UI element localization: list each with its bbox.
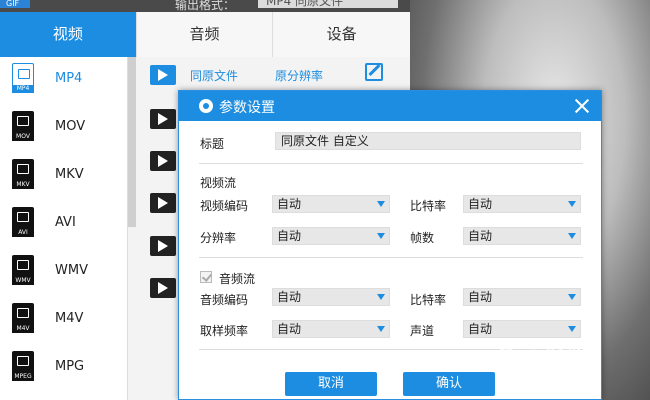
audio-codec-label: 音频编码	[200, 293, 249, 307]
title-input[interactable]: 同原文件 自定义	[275, 132, 581, 150]
background-corner-tab: GIF	[0, 0, 30, 8]
audio-bitrate-label: 比特率	[410, 293, 447, 307]
video-preset-icon	[150, 109, 176, 129]
watermark-url: jingyan.baidu.com	[498, 368, 582, 378]
video-preset-icon	[150, 278, 176, 298]
channel-select[interactable]: 自动	[463, 320, 581, 338]
audio-section-label: 音频流	[219, 272, 256, 286]
title-label: 标题	[200, 137, 225, 151]
dropdown-arrow-icon	[568, 326, 576, 332]
format-name: MPG	[55, 359, 85, 374]
video-bitrate-value: 自动	[468, 197, 493, 211]
audio-stream-checkbox[interactable]	[200, 271, 212, 283]
channel-value: 自动	[468, 322, 493, 336]
gear-icon	[199, 99, 213, 113]
video-bitrate-label: 比特率	[410, 199, 447, 213]
format-list: MP4 MP4 MOV MOV MKV MKV AVI AVI WMV WMV …	[0, 57, 128, 400]
dialog-header: 参数设置	[179, 91, 601, 121]
video-bitrate-select[interactable]: 自动	[463, 195, 581, 213]
format-item-m4v[interactable]: M4V M4V	[0, 297, 127, 345]
video-section-label: 视频流	[200, 176, 237, 190]
format-item-mkv[interactable]: MKV MKV	[0, 153, 127, 201]
preset-row[interactable]: 同原文件 原分辨率	[150, 61, 400, 89]
samplerate-value: 自动	[277, 322, 302, 336]
audio-codec-select[interactable]: 自动	[272, 288, 390, 306]
tab-video[interactable]: 视频	[0, 12, 137, 57]
audio-codec-value: 自动	[277, 290, 302, 304]
watermark-text: Bai 经验	[498, 344, 589, 369]
preset-resolution: 原分辨率	[275, 69, 324, 83]
tab-audio[interactable]: 音频	[136, 12, 274, 57]
format-name: M4V	[55, 311, 84, 326]
format-tabs: 视频 音频 设备	[0, 12, 411, 57]
dropdown-arrow-icon	[377, 233, 385, 239]
video-preset-icon	[150, 151, 176, 171]
edit-icon[interactable]	[365, 63, 383, 81]
watermark: Bai 经验 jingyan.baidu.com	[498, 338, 648, 388]
format-item-mp4[interactable]: MP4 MP4	[0, 57, 127, 105]
divider	[199, 163, 583, 164]
samplerate-label: 取样频率	[200, 324, 249, 338]
audio-bitrate-value: 自动	[468, 290, 493, 304]
format-name: WMV	[55, 263, 88, 278]
format-item-mov[interactable]: MOV MOV	[0, 105, 127, 153]
format-item-mpg[interactable]: MPEG MPG	[0, 345, 127, 393]
audio-bitrate-select[interactable]: 自动	[463, 288, 581, 306]
preset-label: 同原文件	[190, 69, 239, 83]
resolution-select[interactable]: 自动	[272, 227, 390, 245]
resolution-label: 分辨率	[200, 231, 237, 245]
framerate-label: 帧数	[410, 231, 435, 245]
divider	[199, 257, 583, 258]
format-tag: MKV	[12, 181, 34, 189]
format-tag: MOV	[12, 133, 34, 141]
framerate-value: 自动	[468, 229, 493, 243]
confirm-button[interactable]: 确认	[403, 372, 495, 396]
video-preset-icon	[150, 236, 176, 256]
cancel-button[interactable]: 取消	[285, 372, 377, 396]
video-preset-icon	[150, 65, 176, 85]
video-preset-icon	[150, 193, 176, 213]
dropdown-arrow-icon	[568, 294, 576, 300]
format-name: MP4	[55, 71, 83, 86]
channel-label: 声道	[410, 324, 435, 338]
output-format-value[interactable]: MP4 同原文件	[258, 0, 398, 8]
video-codec-value: 自动	[277, 197, 302, 211]
format-tag: MP4	[12, 85, 34, 93]
dropdown-arrow-icon	[377, 326, 385, 332]
background-top-bar: GIF 输出格式： MP4 同原文件	[0, 0, 410, 12]
dropdown-arrow-icon	[568, 201, 576, 207]
resolution-value: 自动	[277, 229, 302, 243]
format-item-wmv[interactable]: WMV WMV	[0, 249, 127, 297]
framerate-select[interactable]: 自动	[463, 227, 581, 245]
format-tag: M4V	[12, 325, 34, 333]
tab-device[interactable]: 设备	[273, 12, 411, 57]
format-list-scrollbar[interactable]	[128, 57, 136, 227]
format-tag: AVI	[12, 229, 34, 237]
dropdown-arrow-icon	[377, 201, 385, 207]
dialog-title: 参数设置	[219, 100, 275, 116]
format-name: MOV	[55, 119, 86, 134]
video-codec-select[interactable]: 自动	[272, 195, 390, 213]
format-name: AVI	[55, 215, 76, 230]
video-codec-label: 视频编码	[200, 199, 249, 213]
close-icon[interactable]	[571, 95, 593, 117]
format-name: MKV	[55, 167, 84, 182]
format-tag: MPEG	[12, 373, 34, 381]
dropdown-arrow-icon	[377, 294, 385, 300]
samplerate-select[interactable]: 自动	[272, 320, 390, 338]
dropdown-arrow-icon	[568, 233, 576, 239]
format-tag: WMV	[12, 277, 34, 285]
format-item-avi[interactable]: AVI AVI	[0, 201, 127, 249]
